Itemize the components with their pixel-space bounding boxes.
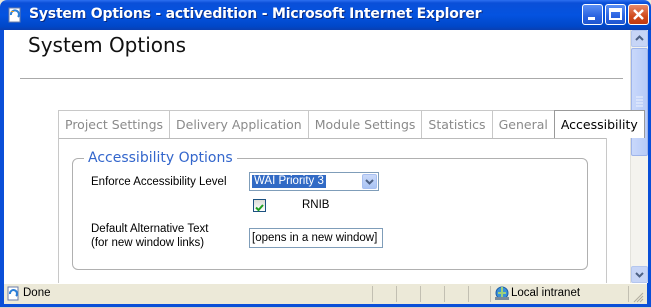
browser-window: System Options - activedition - Microsof… (0, 0, 651, 307)
close-button[interactable] (628, 4, 649, 25)
status-divider (396, 286, 397, 302)
status-text: Done (23, 287, 51, 299)
rnib-label: RNIB (302, 199, 330, 211)
tab-accessibility[interactable]: Accessibility (553, 110, 645, 138)
tab-bar: Project Settings Delivery Application Mo… (58, 110, 645, 138)
page-title: System Options (28, 33, 187, 57)
tab-statistics[interactable]: Statistics (421, 110, 493, 138)
status-divider (490, 286, 491, 302)
rnib-checkbox[interactable] (253, 199, 266, 212)
ie-page-icon (6, 286, 21, 306)
minimize-button[interactable] (582, 4, 603, 25)
local-intranet-icon (494, 286, 510, 306)
status-divider (628, 286, 629, 302)
checkmark-icon (255, 204, 264, 212)
chevron-down-icon[interactable] (362, 174, 377, 189)
status-divider (372, 286, 373, 302)
window-title: System Options - activedition - Microsof… (29, 6, 482, 22)
enforce-level-selected-value: WAI Priority 3 (252, 175, 326, 188)
scroll-up-button[interactable] (631, 30, 648, 47)
alt-text-label: Default Alternative Text (91, 223, 209, 235)
tab-delivery-application[interactable]: Delivery Application (169, 110, 309, 138)
alt-text-sublabel: (for new window links) (91, 237, 205, 249)
vertical-scrollbar[interactable] (630, 30, 648, 283)
tab-general[interactable]: General (491, 110, 555, 138)
title-bar[interactable]: System Options - activedition - Microsof… (0, 0, 651, 30)
tab-module-settings[interactable]: Module Settings (307, 110, 423, 138)
status-divider (420, 286, 421, 302)
accessibility-options-legend: Accessibility Options (84, 150, 237, 166)
ie-page-icon (7, 7, 23, 23)
scroll-thumb[interactable] (631, 48, 648, 156)
scroll-down-button[interactable] (631, 266, 648, 283)
enforce-level-label: Enforce Accessibility Level (91, 176, 227, 188)
security-zone-label: Local intranet (511, 287, 581, 299)
status-divider (468, 286, 469, 302)
tab-project-settings[interactable]: Project Settings (58, 110, 171, 138)
status-divider (444, 286, 445, 302)
alt-text-input[interactable]: [opens in a new window] (249, 228, 383, 248)
maximize-button[interactable] (605, 4, 626, 25)
enforce-level-select[interactable]: WAI Priority 3 (249, 172, 379, 191)
resize-grip-icon[interactable] (632, 290, 644, 308)
title-divider (20, 78, 623, 79)
